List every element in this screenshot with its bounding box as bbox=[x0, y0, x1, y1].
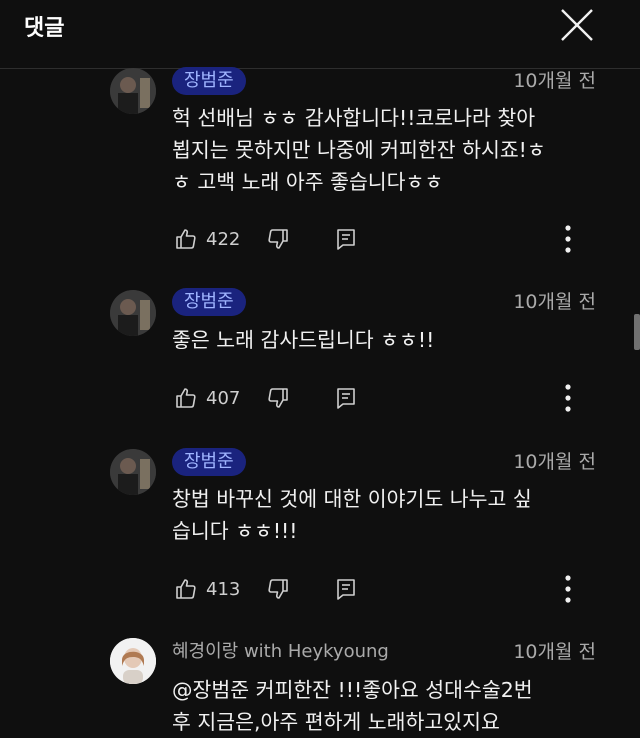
comment-text: 창법 바꾸신 것에 대한 이야기도 나누고 싶 습니다 ㅎㅎ!!! bbox=[172, 487, 532, 543]
thumbs-up-icon bbox=[176, 229, 196, 249]
thumbs-down-icon bbox=[268, 579, 288, 599]
comment-actions: 413 bbox=[172, 574, 602, 604]
like-button[interactable]: 413 bbox=[174, 574, 240, 604]
author-badge[interactable]: 장범준 bbox=[172, 288, 246, 316]
comment-time: 10개월 전 bbox=[513, 70, 596, 92]
more-options-icon[interactable] bbox=[558, 381, 578, 415]
dislike-button[interactable] bbox=[266, 224, 290, 254]
comment-text: 헉 선배님 ㅎㅎ 감사합니다!!코로나라 찾아 뵙지는 못하지만 나중에 커피한… bbox=[172, 106, 546, 194]
comment-time: 10개월 전 bbox=[513, 451, 596, 473]
comment-actions: 407 bbox=[172, 383, 602, 413]
avatar[interactable] bbox=[110, 290, 156, 336]
dislike-button[interactable] bbox=[266, 574, 290, 604]
more-options-icon[interactable] bbox=[558, 572, 578, 606]
comment-time: 10개월 전 bbox=[513, 641, 596, 663]
thumbs-down-icon bbox=[268, 229, 288, 249]
author-name[interactable]: 혜경이랑 with Heykyoung bbox=[172, 638, 389, 666]
reply-icon bbox=[337, 388, 355, 409]
reply-icon bbox=[337, 579, 355, 600]
thumbs-up-icon bbox=[176, 579, 196, 599]
reply-button[interactable] bbox=[334, 574, 358, 604]
reply-button[interactable] bbox=[334, 224, 358, 254]
comment-actions: 422 bbox=[172, 224, 602, 254]
author-badge[interactable]: 장범준 bbox=[172, 448, 246, 476]
comment-text: 좋은 노래 감사드립니다 ㅎㅎ!! bbox=[172, 328, 435, 352]
reply-button[interactable] bbox=[334, 383, 358, 413]
reply-icon bbox=[337, 229, 355, 250]
like-button[interactable]: 407 bbox=[174, 383, 240, 413]
comments-header: 댓글 bbox=[0, 0, 640, 69]
dislike-button[interactable] bbox=[266, 383, 290, 413]
avatar[interactable] bbox=[110, 449, 156, 495]
thumbs-down-icon bbox=[268, 388, 288, 408]
thumbs-up-icon bbox=[176, 388, 196, 408]
comment-time: 10개월 전 bbox=[513, 291, 596, 313]
author-badge[interactable]: 장범준 bbox=[172, 67, 246, 95]
like-count: 413 bbox=[206, 578, 241, 600]
scrollbar-thumb[interactable] bbox=[634, 314, 640, 350]
like-count: 422 bbox=[206, 228, 241, 250]
like-count: 407 bbox=[206, 387, 241, 409]
avatar[interactable] bbox=[110, 68, 156, 114]
comment-text: @장범준 커피한잔 !!!좋아요 성대수술2번 후 지금은,아주 편하게 노래하… bbox=[172, 678, 533, 734]
page-title: 댓글 bbox=[24, 16, 65, 41]
like-button[interactable]: 422 bbox=[174, 224, 240, 254]
more-options-icon[interactable] bbox=[558, 222, 578, 256]
close-icon[interactable] bbox=[558, 6, 596, 44]
avatar[interactable] bbox=[110, 638, 156, 684]
